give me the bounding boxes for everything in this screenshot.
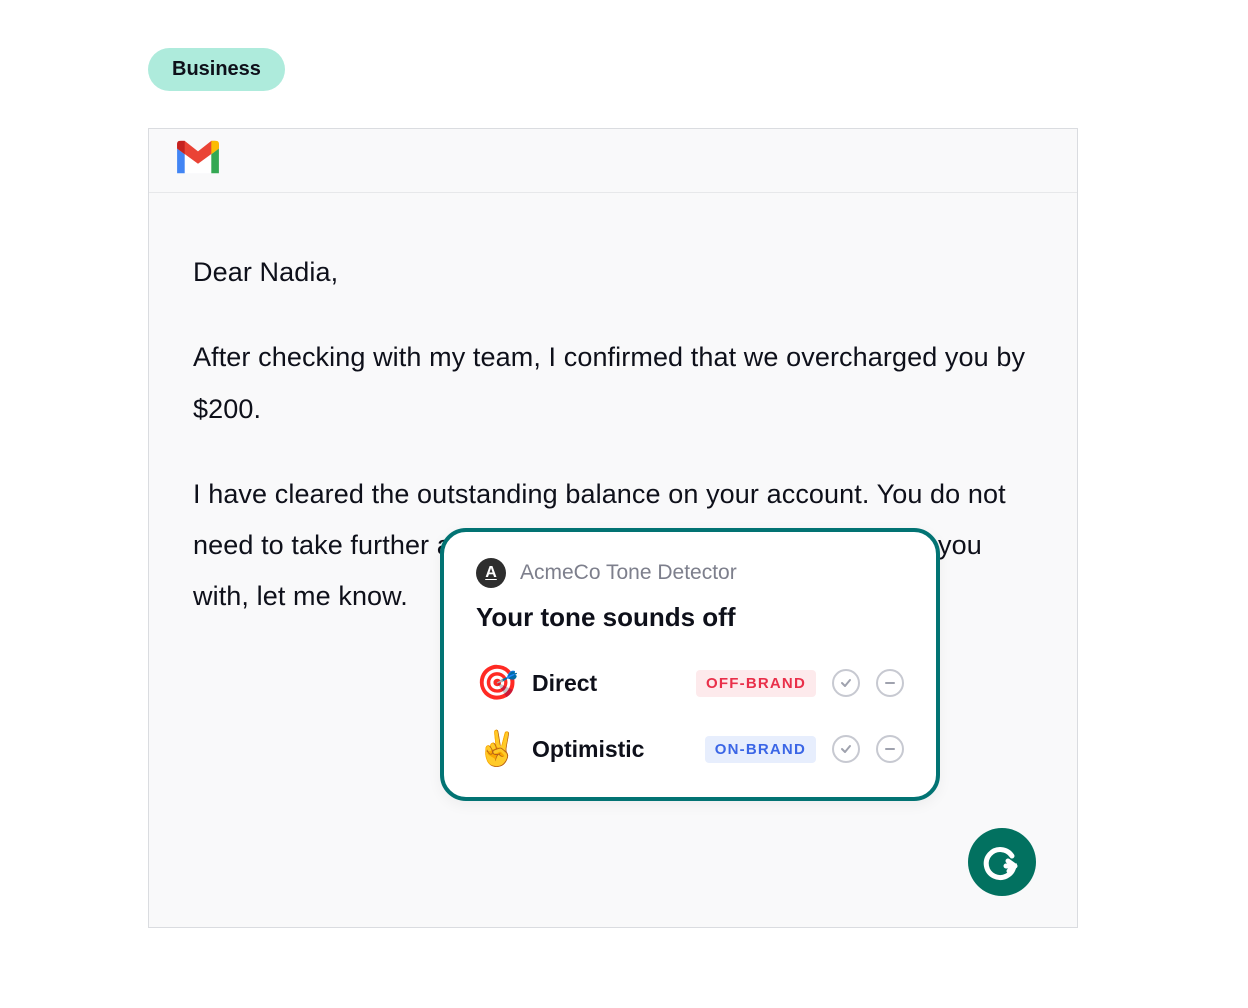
acme-logo-icon: A: [476, 558, 506, 588]
email-header: [149, 129, 1077, 193]
tone-row-direct: 🎯 Direct OFF-BRAND: [476, 663, 904, 703]
tone-row-optimistic: ✌️ Optimistic ON-BRAND: [476, 729, 904, 769]
tone-label: Direct: [532, 670, 672, 697]
accept-button[interactable]: [832, 735, 860, 763]
off-brand-badge: OFF-BRAND: [696, 670, 816, 697]
dismiss-button[interactable]: [876, 669, 904, 697]
tone-label: Optimistic: [532, 736, 672, 763]
business-badge: Business: [148, 48, 285, 91]
popup-header: A AcmeCo Tone Detector: [476, 558, 904, 588]
popup-title: Your tone sounds off: [476, 602, 904, 633]
on-brand-badge: ON-BRAND: [705, 736, 816, 763]
tone-detector-popup: A AcmeCo Tone Detector Your tone sounds …: [440, 528, 940, 801]
target-icon: 🎯: [476, 663, 516, 703]
gmail-icon: [173, 139, 223, 182]
dismiss-button[interactable]: [876, 735, 904, 763]
email-paragraph: After checking with my team, I confirmed…: [193, 332, 1033, 435]
grammarly-icon[interactable]: [968, 828, 1036, 896]
victory-hand-icon: ✌️: [476, 729, 516, 769]
popup-subtitle: AcmeCo Tone Detector: [520, 561, 737, 585]
accept-button[interactable]: [832, 669, 860, 697]
email-greeting: Dear Nadia,: [193, 247, 1033, 298]
